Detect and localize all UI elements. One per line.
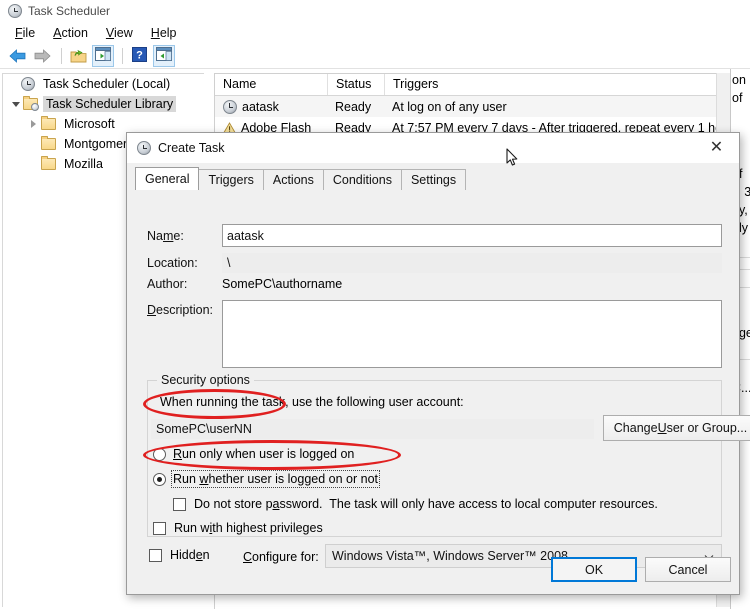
dialog-title-bar[interactable]: Create Task ✕ xyxy=(127,133,739,163)
tree-item-label: Microsoft xyxy=(64,117,115,131)
column-header-name[interactable]: Name xyxy=(215,74,327,95)
checkbox-label: Do not store password. The task will onl… xyxy=(194,497,658,511)
arrow-right-icon xyxy=(34,49,51,63)
general-tab-pane: Name: Location: \ Author: SomePC\authorn… xyxy=(135,190,750,568)
name-label: Name: xyxy=(147,228,184,243)
security-options-legend: Security options xyxy=(157,373,254,387)
checkbox-icon[interactable] xyxy=(173,497,186,511)
window-title-bar: Task Scheduler xyxy=(0,0,750,22)
author-label: Author: xyxy=(147,277,188,291)
clock-icon xyxy=(137,141,151,155)
arrow-left-icon xyxy=(9,49,26,63)
show-console-tree-button[interactable] xyxy=(153,44,175,67)
svg-text:?: ? xyxy=(136,49,143,61)
actions-pane-fragment: on xyxy=(732,73,746,87)
folder-library-icon xyxy=(23,96,39,111)
tab-settings[interactable]: Settings xyxy=(400,169,467,190)
dialog-body: General Triggers Actions Conditions Sett… xyxy=(127,163,750,594)
tab-conditions[interactable]: Conditions xyxy=(322,169,402,190)
tree-item-label: Mozilla xyxy=(64,157,103,171)
tree-item-microsoft[interactable]: Microsoft xyxy=(3,114,204,134)
ok-button[interactable]: OK xyxy=(551,557,637,582)
actions-pane-fragment: of xyxy=(732,91,743,105)
close-icon[interactable]: ✕ xyxy=(694,133,739,163)
folder-icon xyxy=(41,156,56,170)
location-value: \ xyxy=(222,253,722,273)
window-title: Task Scheduler xyxy=(28,4,111,18)
menu-file[interactable]: File xyxy=(6,24,44,42)
show-action-pane-button[interactable] xyxy=(92,44,114,67)
radio-label: Run only when user is logged on xyxy=(173,447,355,461)
new-folder-button[interactable] xyxy=(67,45,89,67)
create-task-dialog: Create Task ✕ General Triggers Actions C… xyxy=(126,132,750,595)
tree-item-label: Task Scheduler (Local) xyxy=(43,77,171,91)
menu-bar: File Action View Help xyxy=(0,22,750,43)
checkbox-icon[interactable] xyxy=(149,548,162,562)
chevron-down-icon[interactable] xyxy=(9,97,23,111)
checkbox-do-not-store-password[interactable]: Do not store password. The task will onl… xyxy=(173,497,658,511)
back-button[interactable] xyxy=(6,45,28,67)
security-options-group: Security options When running the task, … xyxy=(147,373,750,537)
location-label: Location: xyxy=(147,256,198,270)
tree-item-task-scheduler-local[interactable]: Task Scheduler (Local) xyxy=(3,74,204,94)
clock-icon xyxy=(223,99,237,114)
forward-button[interactable] xyxy=(31,45,53,67)
menu-view[interactable]: View xyxy=(97,24,142,42)
table-row[interactable]: aatask Ready At log on of any user xyxy=(215,96,730,117)
toolbar: ? xyxy=(0,43,750,69)
tab-actions[interactable]: Actions xyxy=(262,169,324,190)
folder-icon xyxy=(41,116,56,130)
name-input[interactable] xyxy=(222,224,722,247)
help-button[interactable]: ? xyxy=(128,45,150,67)
change-user-or-group-button[interactable]: Change User or Group... xyxy=(603,415,750,441)
folder-new-icon xyxy=(70,49,87,63)
configure-for-label: Configure for: xyxy=(243,550,319,564)
panel-right-icon xyxy=(156,47,172,64)
tab-triggers[interactable]: Triggers xyxy=(198,169,264,190)
task-list-header: Name Status Triggers xyxy=(215,74,730,96)
radio-run-whether-logged-on-or-not[interactable]: Run whether user is logged on or not xyxy=(153,470,380,488)
column-header-status[interactable]: Status xyxy=(327,74,384,95)
clock-icon xyxy=(21,77,35,91)
description-input[interactable] xyxy=(222,300,722,368)
clock-icon xyxy=(8,4,22,18)
checkbox-hidden[interactable]: Hidden xyxy=(149,548,210,562)
folder-icon xyxy=(41,136,56,150)
cancel-button[interactable]: Cancel xyxy=(645,557,731,582)
checkbox-run-with-highest-privileges[interactable]: Run with highest privileges xyxy=(153,521,323,535)
configure-for-value: Windows Vista™, Windows Server™ 2008 xyxy=(332,549,568,563)
tree-item-task-scheduler-library[interactable]: Task Scheduler Library xyxy=(3,94,204,114)
checkbox-label: Hidden xyxy=(170,548,210,562)
radio-label: Run whether user is logged on or not xyxy=(171,470,380,488)
tree-item-label: Task Scheduler Library xyxy=(43,96,177,112)
task-status: Ready xyxy=(335,99,372,114)
description-label: Description: xyxy=(147,303,214,317)
chevron-right-icon[interactable] xyxy=(27,117,41,131)
security-prompt: When running the task, use the following… xyxy=(160,395,464,409)
tab-general[interactable]: General xyxy=(135,167,200,190)
column-header-triggers[interactable]: Triggers xyxy=(384,74,730,95)
task-triggers: At log on of any user xyxy=(392,99,507,114)
radio-run-only-when-logged-on[interactable]: Run only when user is logged on xyxy=(153,447,354,461)
author-value: SomePC\authorname xyxy=(222,277,343,291)
panel-left-icon xyxy=(95,47,111,64)
help-question-icon: ? xyxy=(131,46,147,65)
radio-icon[interactable] xyxy=(153,447,166,461)
checkbox-icon[interactable] xyxy=(153,521,166,535)
toolbar-separator-1 xyxy=(61,47,62,64)
checkbox-label: Run with highest privileges xyxy=(174,521,323,535)
user-account-value[interactable]: SomePC\userNN xyxy=(151,419,594,439)
mouse-cursor xyxy=(506,148,518,167)
menu-help[interactable]: Help xyxy=(142,24,186,42)
menu-action[interactable]: Action xyxy=(44,24,97,42)
dialog-tabs: General Triggers Actions Conditions Sett… xyxy=(135,167,467,190)
dialog-title: Create Task xyxy=(158,141,225,155)
task-name: aatask xyxy=(242,99,279,114)
chevron-none-icon xyxy=(7,77,21,91)
radio-icon-selected[interactable] xyxy=(153,472,166,486)
toolbar-separator-2 xyxy=(122,47,123,64)
